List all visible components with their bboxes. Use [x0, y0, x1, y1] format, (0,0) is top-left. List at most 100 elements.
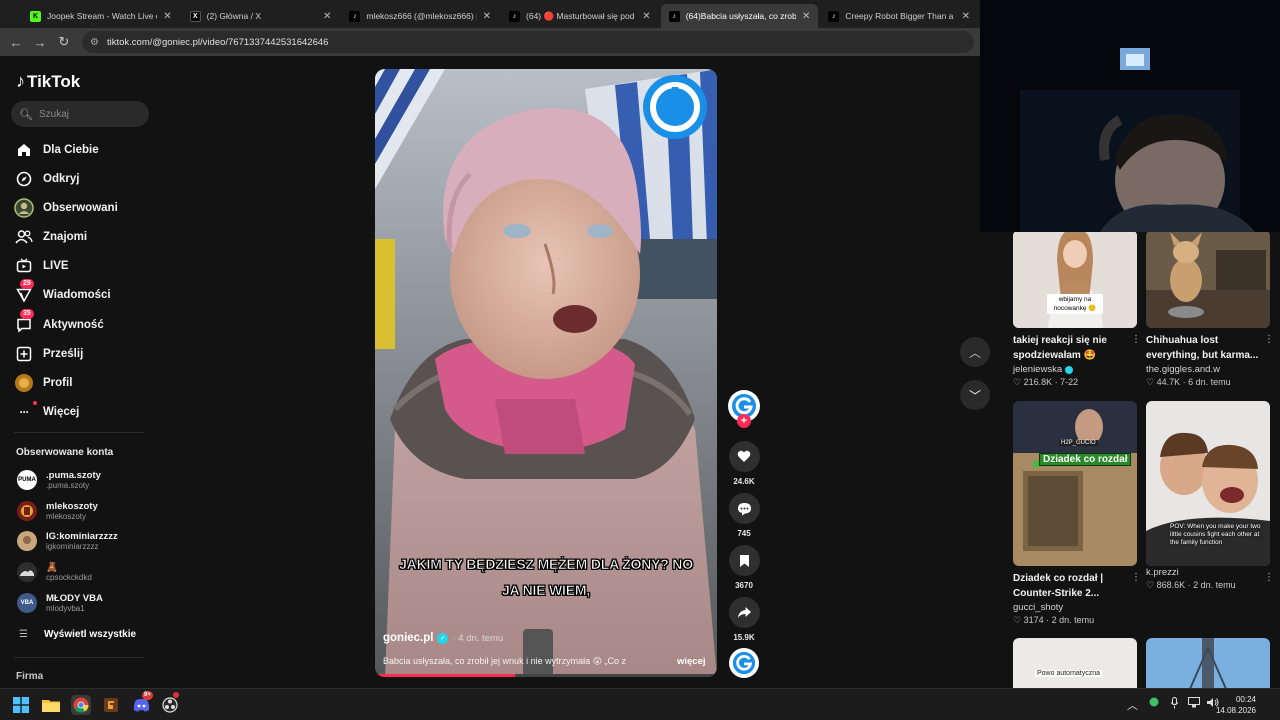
avatar [17, 531, 37, 551]
related-video-title: Chihuahua lost everything, but karma... [1146, 335, 1259, 361]
share-action[interactable]: 15.9K [728, 597, 760, 642]
sidebar-item-messages[interactable]: 29 Wiadomości [14, 279, 111, 306]
comment-action[interactable]: 745 [728, 493, 760, 538]
video-author[interactable]: goniec.pl ✓ · 4 dn. temu [383, 632, 503, 644]
video-thumbnail[interactable] [1146, 638, 1270, 688]
tiktok-logo[interactable]: ♪ TikTok [16, 71, 80, 92]
related-video-card[interactable]: POV: When you make your two little cousi… [1146, 401, 1274, 591]
tab-title: Creepy Robot Bigger Than a Do [845, 11, 956, 21]
video-thumbnail[interactable]: wbijamy na nocowankę 🙂 [1013, 232, 1137, 328]
browser-tab[interactable]: K Joopek Stream - Watch Live on ✕ [22, 4, 180, 28]
browser-tab[interactable]: ♪ (64) 🔴 Masturbował się pod p ✕ [501, 4, 659, 28]
reload-icon[interactable]: ↻ [52, 34, 76, 50]
followed-account[interactable]: VBA MŁODY VBA mlodyvba1 [17, 593, 103, 613]
account-handle: mlekoszoty [46, 512, 87, 521]
video-thumbnail[interactable]: POV: When you make your two little cousi… [1146, 401, 1270, 566]
related-video-card[interactable]: wbijamy na nocowankę 🙂 takiej reakcji si… [1013, 232, 1141, 388]
search-input[interactable] [38, 108, 139, 120]
site-info-icon[interactable]: ⚙ [90, 37, 99, 48]
video-thumbnail[interactable]: H2P_GUCIO Dziadek co rozdał [1013, 401, 1137, 566]
close-icon[interactable]: ✕ [962, 11, 970, 22]
related-videos-panel: wbijamy na nocowankę 🙂 takiej reakcji si… [1002, 232, 1280, 688]
expand-description-button[interactable]: więcej [677, 656, 706, 667]
video-subtitle: JA NIE WIEM, [501, 582, 591, 599]
sidebar-item-explore[interactable]: Odkryj [14, 168, 79, 190]
upload-icon [14, 344, 34, 364]
followed-account[interactable]: 🧸 cpsockckdkd [17, 562, 92, 582]
discord-icon[interactable]: 9+ [131, 691, 153, 715]
chevron-up-icon: ︿ [968, 345, 981, 360]
previous-video-button[interactable]: ︿ [960, 337, 990, 367]
video-date: 2 dn. temu [1193, 580, 1236, 590]
sidebar-item-profile[interactable]: Profil [14, 372, 72, 394]
sidebar-item-label: Prześlij [43, 348, 84, 360]
next-video-button[interactable]: ﹀ [960, 380, 990, 410]
status-indicator-icon[interactable] [1149, 697, 1159, 710]
video-thumbnail[interactable]: Powo automatyczna [1013, 638, 1137, 688]
game-launcher-icon[interactable] [101, 695, 121, 715]
close-icon[interactable]: ✕ [802, 11, 810, 22]
sidebar-item-friends[interactable]: Znajomi [14, 226, 87, 248]
chrome-icon[interactable] [71, 695, 91, 715]
related-video-card[interactable] [1146, 638, 1270, 688]
account-handle: cpsockckdkd [46, 573, 92, 582]
followed-account[interactable]: IG:kominiarzzzz igkominiarzzzz [17, 531, 118, 551]
more-options-icon[interactable]: ⋮ [1131, 572, 1141, 583]
file-explorer-icon[interactable] [41, 695, 61, 715]
author-name: jeleniewska [1013, 364, 1063, 375]
system-clock[interactable]: 00:24 14.08.2026 [1216, 694, 1256, 716]
see-all-button[interactable]: ☰ Wyświetl wszystkie [19, 629, 136, 640]
related-video-card[interactable]: H2P_GUCIO Dziadek co rozdał Dziadek co r… [1013, 401, 1141, 626]
sidebar-item-live[interactable]: LIVE [14, 255, 69, 277]
more-options-icon[interactable]: ⋮ [1264, 572, 1274, 583]
browser-tab[interactable]: X (2) Główna / X ✕ [182, 4, 340, 28]
video-progress-bar[interactable] [375, 674, 717, 677]
network-icon[interactable] [1188, 697, 1200, 711]
thumbnail-label: H2P_GUCIO [1059, 440, 1098, 446]
followed-account[interactable]: PUMA .puma.szoty .puma.szoty [17, 470, 101, 490]
windows-start-icon[interactable] [11, 695, 31, 715]
more-options-icon[interactable]: ⋮ [1131, 334, 1141, 345]
tiktok-note-icon: ♪ [16, 71, 25, 91]
close-icon[interactable]: ✕ [642, 11, 650, 22]
share-icon[interactable] [728, 597, 760, 628]
thumbnail-illustration [1146, 232, 1270, 328]
back-icon[interactable]: ← [4, 35, 28, 50]
close-icon[interactable]: ✕ [163, 11, 171, 22]
browser-tab-active[interactable]: ♪ (64)Babcia usłyszała, co zrobił j ✕ [660, 4, 819, 28]
related-video-card[interactable]: Powo automatyczna [1013, 638, 1137, 688]
account-name: .puma.szoty [46, 470, 101, 481]
clock-time: 00:24 [1235, 695, 1256, 704]
url-field[interactable]: ⚙ tiktok.com/@goniec.pl/video/7671337442… [82, 31, 974, 53]
sidebar-item-activity[interactable]: 35 Aktywność [14, 309, 104, 336]
sidebar-item-following[interactable]: Obserwowani [14, 197, 118, 219]
follow-plus-button[interactable]: + [737, 414, 751, 428]
browser-tab[interactable]: ♪ mlekosz666 (@mlekosz666) | Ti ✕ [341, 4, 499, 28]
comment-count: 745 [737, 529, 751, 538]
heart-icon[interactable] [728, 441, 760, 472]
bookmark-icon[interactable] [728, 545, 760, 576]
browser-tab[interactable]: ♪ Creepy Robot Bigger Than a Do ✕ [820, 4, 978, 28]
video-player[interactable]: JAKIM TY BĘDZIESZ MĘŻEM DLA ŻONY? NO JA … [375, 69, 717, 677]
close-icon[interactable]: ✕ [323, 11, 331, 22]
video-thumbnail[interactable] [1146, 232, 1270, 328]
sidebar-item-more[interactable]: ··· Więcej [14, 401, 79, 423]
obs-icon[interactable] [160, 692, 180, 715]
microphone-icon[interactable] [1170, 697, 1179, 712]
show-hidden-icons-chevron-icon[interactable]: ︿ [1127, 697, 1138, 713]
followed-account[interactable]: mlekoszoty mlekoszoty [17, 501, 98, 521]
music-disc[interactable] [729, 648, 759, 678]
kick-favicon-icon: K [30, 10, 41, 22]
more-options-icon[interactable]: ⋮ [1264, 334, 1274, 345]
search-box[interactable]: 🔍︎ [11, 101, 149, 127]
sidebar-item-upload[interactable]: Prześlij [14, 343, 83, 365]
comment-icon[interactable] [728, 493, 760, 524]
sidebar-item-for-you[interactable]: Dla Ciebie [14, 139, 99, 161]
save-action[interactable]: 3670 [728, 545, 760, 590]
like-action[interactable]: 24.6K [728, 441, 760, 486]
company-section-label[interactable]: Firma [16, 671, 43, 682]
close-icon[interactable]: ✕ [483, 11, 491, 22]
related-video-card[interactable]: Chihuahua lost everything, but karma... … [1146, 232, 1274, 388]
forward-icon[interactable]: → [28, 35, 52, 50]
related-video-stats: ♡ 868.6K · 2 dn. temu [1146, 580, 1236, 590]
